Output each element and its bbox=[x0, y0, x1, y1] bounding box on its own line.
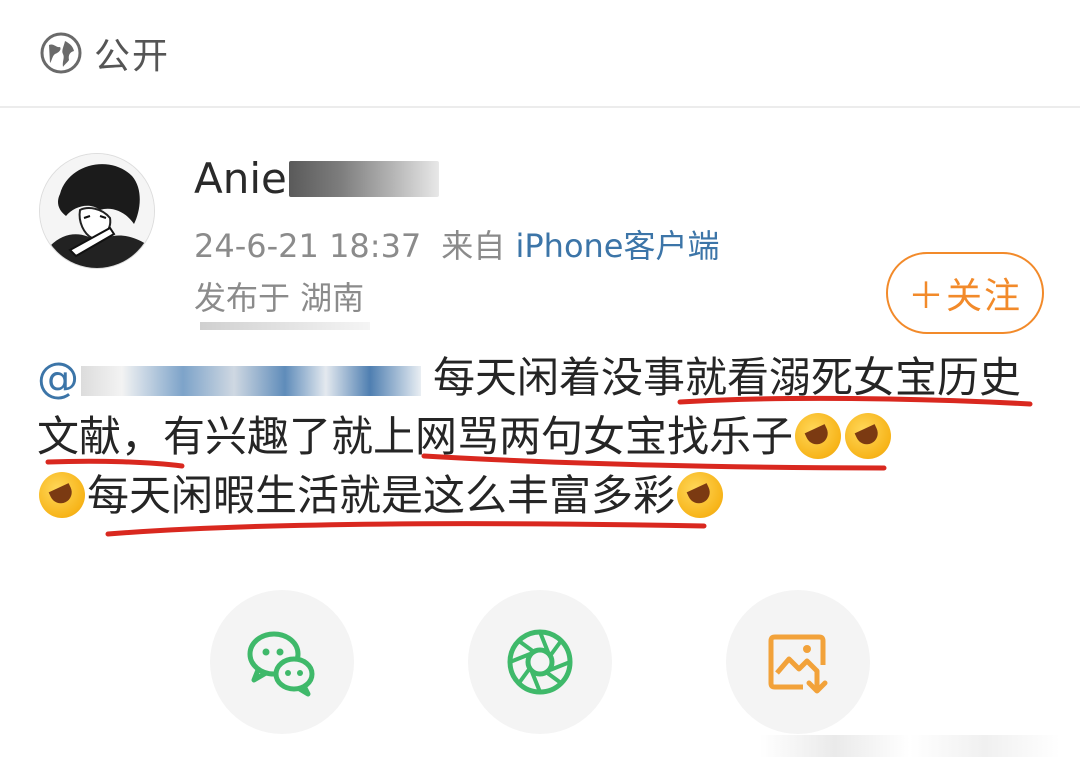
mention-redaction bbox=[81, 366, 421, 396]
post-location: 发布于 湖南 bbox=[194, 279, 365, 317]
username[interactable]: Anie bbox=[194, 154, 439, 203]
mention-prefix: @ bbox=[37, 353, 79, 402]
bottom-fade bbox=[760, 735, 1060, 757]
save-image-button[interactable] bbox=[726, 590, 870, 734]
annotation-underline bbox=[105, 521, 707, 537]
visibility-bar[interactable]: 公开 bbox=[0, 0, 1080, 108]
redaction-mark bbox=[200, 322, 370, 330]
share-moments-button[interactable] bbox=[468, 590, 612, 734]
visibility-label: 公开 bbox=[94, 36, 171, 77]
mention-link[interactable]: @ bbox=[37, 353, 433, 402]
wechat-icon bbox=[247, 631, 315, 697]
post-text-segment-2: 每天闲暇生活就是这么丰富多彩 bbox=[87, 471, 676, 520]
avatar-illustration bbox=[40, 154, 154, 268]
source-client-link[interactable]: iPhone客户端 bbox=[515, 227, 719, 265]
avatar[interactable] bbox=[39, 153, 155, 269]
rofl-emoji-icon bbox=[39, 472, 85, 518]
post-meta: 24-6-21 18:37 来自 iPhone客户端 bbox=[194, 221, 720, 267]
rofl-emoji-icon bbox=[845, 413, 892, 459]
globe-icon bbox=[40, 32, 82, 74]
share-wechat-button[interactable] bbox=[210, 590, 354, 734]
post-timestamp: 24-6-21 18:37 bbox=[194, 227, 422, 265]
rofl-emoji-icon bbox=[795, 413, 842, 459]
moments-icon bbox=[507, 629, 573, 695]
source-prefix: 来自 bbox=[441, 227, 506, 265]
rofl-emoji-icon bbox=[677, 472, 724, 518]
follow-button[interactable]: ＋关注 bbox=[886, 252, 1044, 334]
username-text: Anie bbox=[194, 154, 287, 203]
username-redaction bbox=[288, 160, 439, 197]
share-bar bbox=[0, 590, 1080, 740]
save-image-icon bbox=[768, 634, 828, 694]
post-header: Anie 24-6-21 18:37 来自 iPhone客户端 发布于 湖南 ＋关… bbox=[0, 108, 1080, 334]
post-text: @ 每天闲着没事就看溺死女宝历史文献，有兴趣了就上网骂两句女宝找乐子 每天闲暇生活就… bbox=[37, 348, 1047, 525]
